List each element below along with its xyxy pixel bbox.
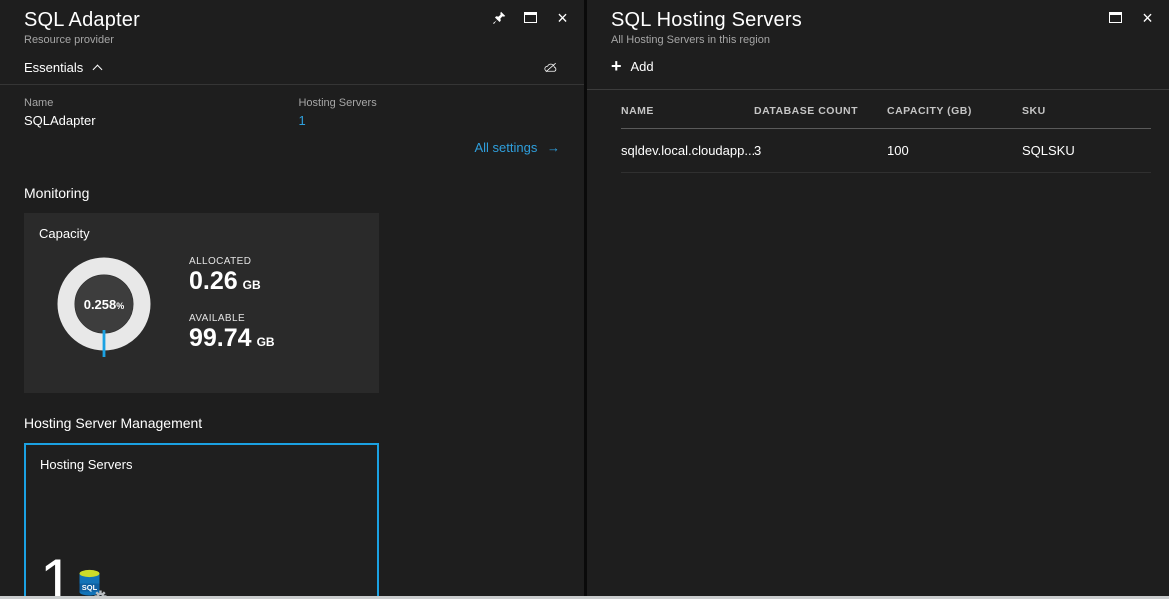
capacity-stats: ALLOCATED 0.26 GB AVAILABLE 99.74 GB: [189, 256, 275, 359]
hosting-management-heading: Hosting Server Management: [0, 415, 584, 431]
page-subtitle: Resource provider: [24, 34, 560, 46]
field-hosting-servers: Hosting Servers 1: [298, 97, 376, 128]
page-title: SQL Adapter: [24, 9, 560, 32]
monitoring-heading: Monitoring: [0, 185, 584, 201]
essentials-label: Essentials: [24, 60, 83, 75]
available-label: AVAILABLE: [189, 313, 275, 324]
hosting-servers-tile[interactable]: Hosting Servers 1 SQL: [24, 443, 379, 599]
maximize-icon[interactable]: [523, 10, 538, 25]
blade-controls: ×: [491, 10, 570, 25]
allocated-stat: ALLOCATED 0.26 GB: [189, 256, 275, 296]
hosting-servers-subtitle: All Hosting Servers in this region: [611, 34, 1145, 46]
table-header-row: NAME DATABASE COUNT CAPACITY (GB) SKU: [621, 90, 1151, 129]
available-number: 99.74: [189, 324, 252, 352]
percent-value: 0.258: [84, 297, 117, 312]
add-button[interactable]: + Add: [611, 58, 654, 74]
essentials-body: Name SQLAdapter Hosting Servers 1 All se…: [0, 85, 584, 163]
column-header-name[interactable]: NAME: [621, 105, 754, 117]
capacity-percent-label: 0.258%: [49, 249, 159, 359]
hosting-tile-title: Hosting Servers: [40, 457, 363, 472]
available-unit: GB: [257, 335, 275, 349]
sql-database-icon: SQL: [77, 568, 107, 599]
pin-icon[interactable]: [491, 10, 506, 25]
capacity-tile-body: 0.258% ALLOCATED 0.26 GB AVAILABLE 99.74 G…: [39, 247, 364, 359]
capacity-tile-title: Capacity: [39, 226, 364, 241]
percent-sign: %: [116, 301, 124, 311]
plus-icon: +: [611, 58, 622, 74]
available-stat: AVAILABLE 99.74 GB: [189, 313, 275, 353]
capacity-donut-chart: 0.258%: [49, 249, 159, 359]
hosting-count-row: 1 SQL: [40, 552, 107, 599]
close-icon[interactable]: ×: [555, 10, 570, 25]
table-row[interactable]: sqldev.local.cloudapp.... 3 100 SQLSKU: [621, 129, 1151, 173]
column-header-sku[interactable]: SKU: [1022, 105, 1151, 117]
sql-icon-label: SQL: [82, 583, 98, 592]
maximize-icon[interactable]: [1108, 10, 1123, 25]
column-header-capacity[interactable]: CAPACITY (GB): [887, 105, 1022, 117]
cell-database-count: 3: [754, 143, 887, 158]
column-header-database-count[interactable]: DATABASE COUNT: [754, 105, 887, 117]
field-name-value: SQLAdapter: [24, 113, 294, 128]
sql-adapter-header: SQL Adapter Resource provider ×: [0, 0, 584, 50]
allocated-unit: GB: [243, 278, 261, 292]
capacity-tile[interactable]: Capacity 0.258% ALLOCATED: [24, 213, 379, 393]
chevron-up-icon: [93, 65, 103, 75]
available-value: 99.74 GB: [189, 325, 275, 353]
cell-capacity: 100: [887, 143, 1022, 158]
allocated-number: 0.26: [189, 267, 238, 295]
close-icon[interactable]: ×: [1140, 10, 1155, 25]
cloud-icon[interactable]: [543, 60, 558, 75]
essentials-bar: Essentials: [0, 50, 584, 85]
allocated-value: 0.26 GB: [189, 268, 275, 296]
azure-stack-portal: SQL Adapter Resource provider × Essentia…: [0, 0, 1169, 599]
cell-sku: SQLSKU: [1022, 143, 1151, 158]
add-button-label: Add: [631, 59, 654, 74]
hosting-servers-count: 1: [40, 552, 73, 599]
cell-name: sqldev.local.cloudapp....: [621, 143, 754, 158]
field-name-label: Name: [24, 97, 294, 109]
blade-sql-hosting-servers: SQL Hosting Servers All Hosting Servers …: [587, 0, 1169, 599]
blade-controls: ×: [1108, 10, 1155, 25]
allocated-label: ALLOCATED: [189, 256, 275, 267]
essentials-toggle[interactable]: Essentials: [24, 60, 101, 75]
arrow-right-icon: →: [547, 140, 560, 155]
blade-sql-adapter: SQL Adapter Resource provider × Essentia…: [0, 0, 584, 599]
all-settings-link[interactable]: All settings →: [475, 140, 561, 155]
field-hosting-value[interactable]: 1: [298, 113, 376, 128]
all-settings-label: All settings: [475, 140, 538, 155]
toolbar: + Add: [587, 50, 1169, 90]
field-hosting-label: Hosting Servers: [298, 97, 376, 109]
field-name: Name SQLAdapter: [24, 97, 294, 128]
hosting-servers-table: NAME DATABASE COUNT CAPACITY (GB) SKU sq…: [621, 90, 1151, 173]
hosting-servers-header: SQL Hosting Servers All Hosting Servers …: [587, 0, 1169, 50]
hosting-servers-title: SQL Hosting Servers: [611, 9, 1145, 32]
